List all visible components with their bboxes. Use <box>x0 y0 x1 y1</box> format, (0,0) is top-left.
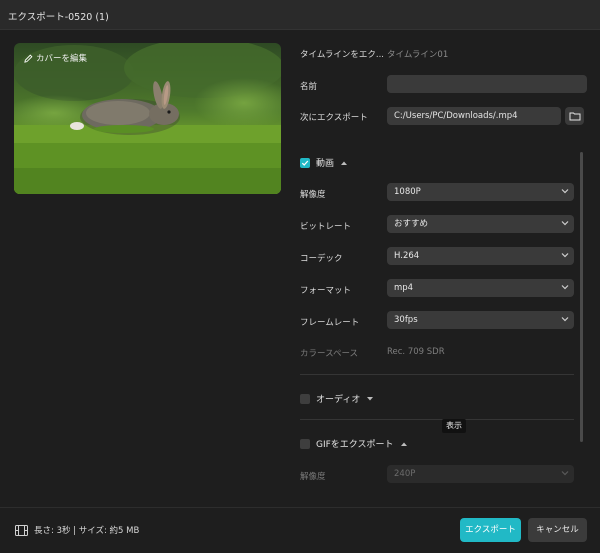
chevron-down-icon <box>561 285 569 290</box>
framerate-value: 30fps <box>394 315 418 325</box>
chevron-down-icon <box>561 317 569 322</box>
gif-section-label: GIFをエクスポート <box>316 440 394 450</box>
caret-up-icon <box>341 161 348 165</box>
export-to-label: 次にエクスポート <box>300 113 368 123</box>
audio-section-label: オーディオ <box>316 395 361 405</box>
format-value: mp4 <box>394 283 414 293</box>
film-icon <box>15 524 28 536</box>
video-section-label: 動画 <box>316 159 335 169</box>
gif-section-toggle[interactable]: GIFをエクスポート <box>300 437 407 450</box>
folder-icon <box>569 112 580 121</box>
format-select[interactable]: mp4 <box>387 279 574 297</box>
preview-thumbnail: カバーを編集 <box>14 43 281 194</box>
video-checkbox[interactable] <box>300 157 310 168</box>
timeline-value: タイムライン01 <box>387 50 449 60</box>
resolution-label: 解像度 <box>300 190 326 200</box>
edit-icon <box>24 54 33 63</box>
export-path-input[interactable]: C:/Users/PC/Downloads/.mp4 <box>387 107 561 125</box>
resolution-select[interactable]: 1080P <box>387 183 574 201</box>
title-bar: エクスポート-0520 (1) <box>0 0 600 30</box>
bitrate-select[interactable]: おすすめ <box>387 215 574 233</box>
resolution-value: 1080P <box>394 187 421 197</box>
section-divider <box>300 374 574 375</box>
settings-scrollbar[interactable] <box>580 152 583 442</box>
codec-value: H.264 <box>394 251 420 261</box>
chevron-down-icon <box>561 253 569 258</box>
section-divider <box>300 419 574 420</box>
checkmark-icon <box>301 160 309 166</box>
show-tooltip: 表示 <box>442 419 466 433</box>
caret-up-icon <box>400 442 407 446</box>
audio-checkbox[interactable] <box>300 393 310 404</box>
edit-cover-button[interactable]: カバーを編集 <box>20 50 91 66</box>
audio-section-toggle[interactable]: オーディオ <box>300 392 374 405</box>
duration-size-text: 長さ: 3秒 | サイズ: 約5 MB <box>34 526 140 536</box>
format-label: フォーマット <box>300 286 352 296</box>
browse-folder-button[interactable] <box>565 107 584 125</box>
cancel-button[interactable]: キャンセル <box>528 518 587 542</box>
chevron-down-icon <box>561 221 569 226</box>
codec-label: コーデック <box>300 254 343 264</box>
bitrate-label: ビットレート <box>300 222 352 232</box>
colorspace-label: カラースペース <box>300 349 359 359</box>
export-info: 長さ: 3秒 | サイズ: 約5 MB <box>15 524 139 536</box>
gif-checkbox[interactable] <box>300 438 310 449</box>
colorspace-value: Rec. 709 SDR <box>387 347 445 357</box>
timeline-label: タイムラインをエク... <box>300 50 385 60</box>
export-button[interactable]: エクスポート <box>460 518 521 542</box>
name-label: 名前 <box>300 82 318 92</box>
gif-resolution-value: 240P <box>394 469 416 479</box>
chevron-down-icon <box>561 471 569 476</box>
codec-select[interactable]: H.264 <box>387 247 574 265</box>
bitrate-value: おすすめ <box>394 219 429 229</box>
name-input[interactable] <box>387 75 587 93</box>
gif-resolution-label: 解像度 <box>300 472 326 482</box>
chevron-down-icon <box>561 189 569 194</box>
edit-cover-label: カバーを編集 <box>36 54 88 64</box>
framerate-select[interactable]: 30fps <box>387 311 574 329</box>
caret-down-icon <box>367 396 374 400</box>
gif-resolution-select: 240P <box>387 465 574 483</box>
framerate-label: フレームレート <box>300 318 360 328</box>
video-section-toggle[interactable]: 動画 <box>300 156 348 169</box>
window-title: エクスポート-0520 (1) <box>8 12 109 23</box>
